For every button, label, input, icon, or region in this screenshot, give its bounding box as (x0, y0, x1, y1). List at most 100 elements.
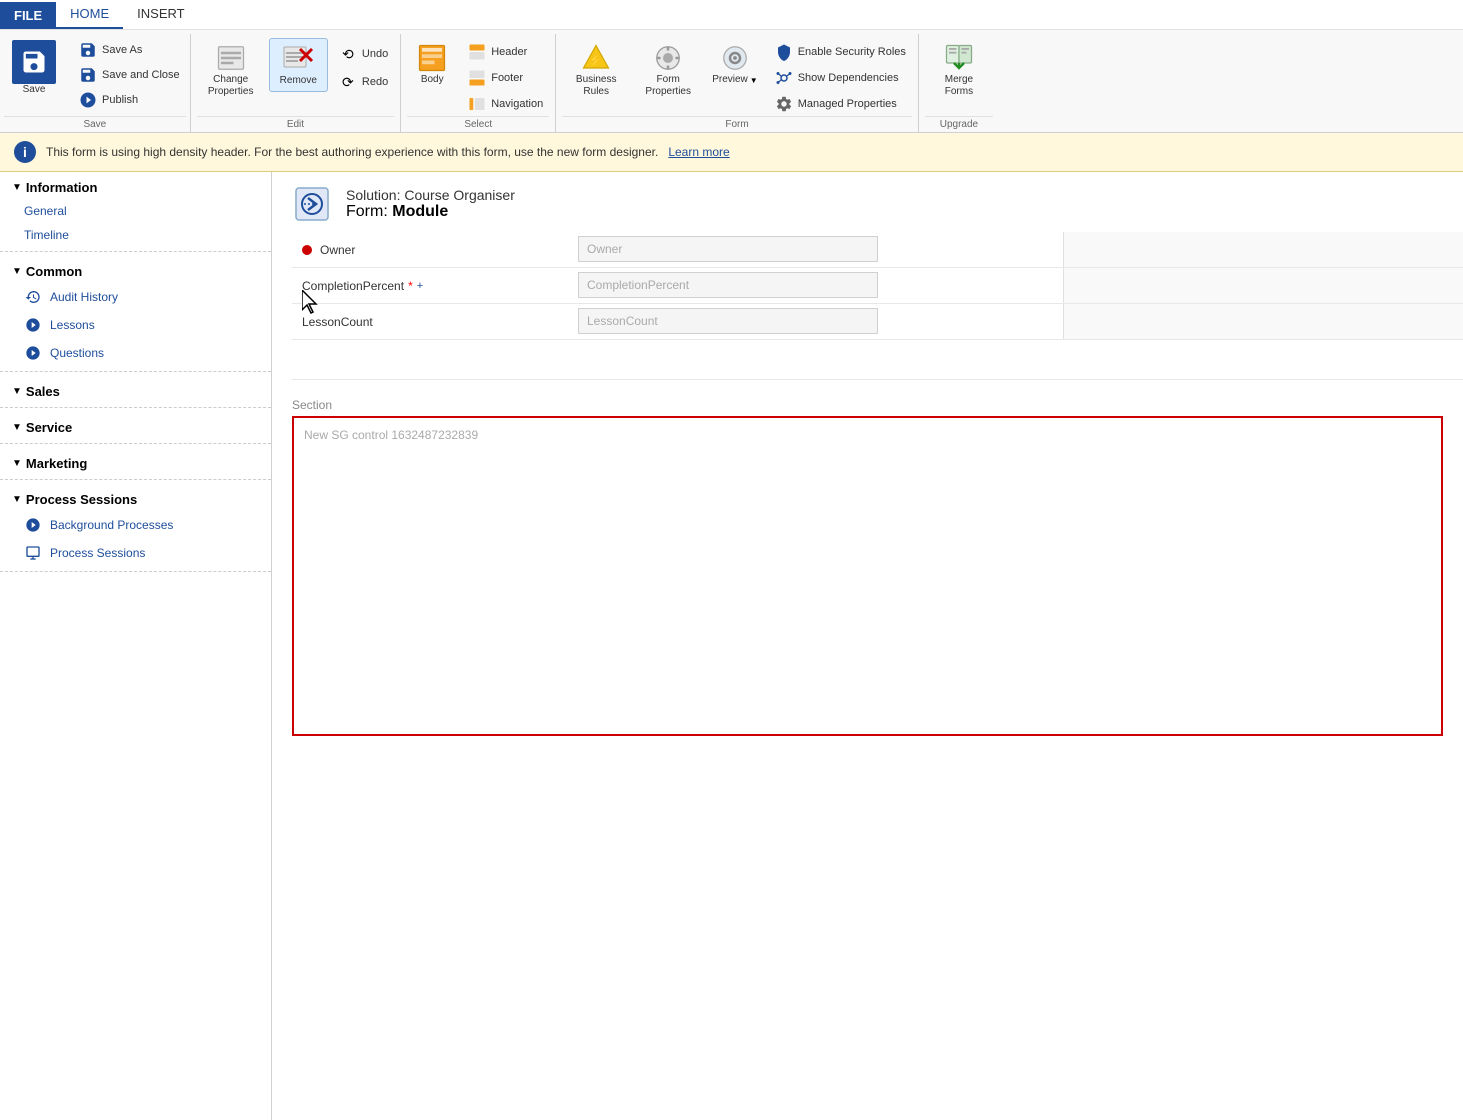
sidebar-item-lessons[interactable]: Lessons (0, 311, 271, 339)
change-properties-icon (215, 42, 247, 74)
business-rules-button[interactable]: ⚡ Business Rules (562, 38, 630, 102)
sidebar-item-process-sessions[interactable]: Process Sessions (0, 539, 271, 567)
process-sessions-label: Process Sessions (26, 492, 137, 507)
owner-input[interactable]: Owner (578, 236, 878, 262)
undo-label: Undo (362, 48, 388, 60)
completion-input[interactable]: CompletionPercent (578, 272, 878, 298)
footer-label: Footer (491, 72, 523, 84)
undo-redo-group: ⟲ Undo ⟳ Redo (332, 38, 394, 94)
sidebar-item-background-processes[interactable]: Background Processes (0, 511, 271, 539)
merge-forms-icon (943, 42, 975, 74)
redo-button[interactable]: ⟳ Redo (332, 70, 394, 94)
save-button[interactable]: Save (4, 38, 64, 116)
form-header: Solution: Course Organiser Form: Module (272, 172, 1463, 232)
solution-line: Solution: Course Organiser (346, 187, 515, 203)
tab-home[interactable]: HOME (56, 0, 123, 29)
owner-field-label: Owner (292, 232, 572, 267)
header-button[interactable]: Header (461, 40, 549, 64)
completion-label-text: CompletionPercent (302, 279, 404, 293)
divider-1 (0, 251, 271, 252)
svg-text:⚡: ⚡ (588, 52, 604, 68)
lessons-label: Lessons (50, 318, 95, 332)
body-label: Body (421, 74, 444, 86)
process-sessions-item-icon (24, 544, 42, 562)
tab-file[interactable]: FILE (0, 2, 56, 29)
save-group: Save Save As Save and Close (0, 34, 191, 132)
form-extra-buttons: Enable Security Roles (768, 38, 912, 116)
completion-input-wrap: CompletionPercent (572, 268, 1063, 303)
footer-button[interactable]: Footer (461, 66, 549, 90)
form-area: Solution: Course Organiser Form: Module … (272, 172, 1463, 1120)
owner-extra (1063, 232, 1463, 267)
save-close-button[interactable]: Save and Close (72, 63, 186, 87)
section-label: Section (272, 390, 1463, 416)
managed-properties-button[interactable]: Managed Properties (768, 92, 912, 116)
lessons-icon (24, 316, 42, 334)
publish-button[interactable]: Publish (72, 88, 186, 112)
audit-history-icon (24, 288, 42, 306)
completion-plus-icon: + (417, 280, 423, 292)
remove-label: Remove (280, 75, 317, 87)
info-text: This form is using high density header. … (46, 145, 658, 159)
sidebar-item-timeline[interactable]: Timeline (0, 223, 271, 247)
enable-security-icon (774, 42, 794, 62)
merge-forms-button[interactable]: Merge Forms (925, 38, 993, 102)
tab-insert[interactable]: INSERT (123, 0, 198, 29)
save-as-button[interactable]: Save As (72, 38, 186, 62)
save-group-label: Save (4, 116, 186, 132)
preview-button[interactable]: Preview ▼ (706, 38, 764, 90)
edit-group: Change Properties Remove (191, 34, 402, 132)
show-dependencies-label: Show Dependencies (798, 72, 899, 84)
enable-security-label: Enable Security Roles (798, 46, 906, 58)
body-icon (416, 42, 448, 74)
publish-label: Publish (102, 94, 138, 106)
navigation-icon (467, 94, 487, 114)
form-properties-button[interactable]: Form Properties (634, 38, 702, 102)
ribbon: FILE HOME INSERT Save (0, 0, 1463, 133)
lesson-count-input[interactable]: LessonCount (578, 308, 878, 334)
undo-button[interactable]: ⟲ Undo (332, 42, 394, 66)
change-properties-button[interactable]: Change Properties (197, 38, 265, 102)
select-group-label: Select (407, 116, 549, 132)
sidebar-item-questions[interactable]: Questions (0, 339, 271, 367)
save-close-label: Save and Close (102, 69, 180, 81)
footer-icon (467, 68, 487, 88)
undo-icon: ⟲ (338, 44, 358, 64)
show-dependencies-icon (774, 68, 794, 88)
information-header: ▼ Information (0, 172, 271, 199)
sales-header: ▼ Sales (0, 376, 271, 403)
save-close-icon (78, 65, 98, 85)
show-dependencies-button[interactable]: Show Dependencies (768, 66, 912, 90)
sidebar-item-general[interactable]: General (0, 199, 271, 223)
marketing-header: ▼ Marketing (0, 448, 271, 475)
divider-3 (0, 407, 271, 408)
marketing-label: Marketing (26, 456, 87, 471)
completion-required-marker: * (408, 279, 413, 293)
lesson-count-label-text: LessonCount (302, 315, 373, 329)
service-label: Service (26, 420, 72, 435)
save-as-label: Save As (102, 44, 142, 56)
remove-button[interactable]: Remove (269, 38, 328, 92)
lesson-count-field-label: LessonCount (292, 304, 572, 339)
divider-4 (0, 443, 271, 444)
sg-control-box[interactable]: New SG control 1632487232839 (292, 416, 1443, 736)
learn-more-link[interactable]: Learn more (668, 145, 729, 159)
form-fields: Owner Owner CompletionPercent * + Comple… (272, 232, 1463, 390)
lesson-count-input-wrap: LessonCount (572, 304, 1063, 339)
navigation-label: Navigation (491, 98, 543, 110)
divider-5 (0, 479, 271, 480)
enable-security-button[interactable]: Enable Security Roles (768, 40, 912, 64)
upgrade-group-label: Upgrade (925, 116, 993, 132)
form-group: ⚡ Business Rules Form Properties (556, 34, 919, 132)
publish-icon (78, 90, 98, 110)
business-rules-icon: ⚡ (580, 42, 612, 74)
sidebar-item-audit-history[interactable]: Audit History (0, 283, 271, 311)
audit-history-label: Audit History (50, 290, 118, 304)
body-button[interactable]: Body (407, 38, 457, 90)
save-disk-icon (20, 48, 48, 76)
save-stacked: Save As Save and Close Publish (72, 38, 186, 116)
information-triangle: ▼ (12, 182, 22, 193)
navigation-button[interactable]: Navigation (461, 92, 549, 116)
owner-label-text: Owner (320, 243, 355, 257)
background-processes-label: Background Processes (50, 518, 173, 532)
